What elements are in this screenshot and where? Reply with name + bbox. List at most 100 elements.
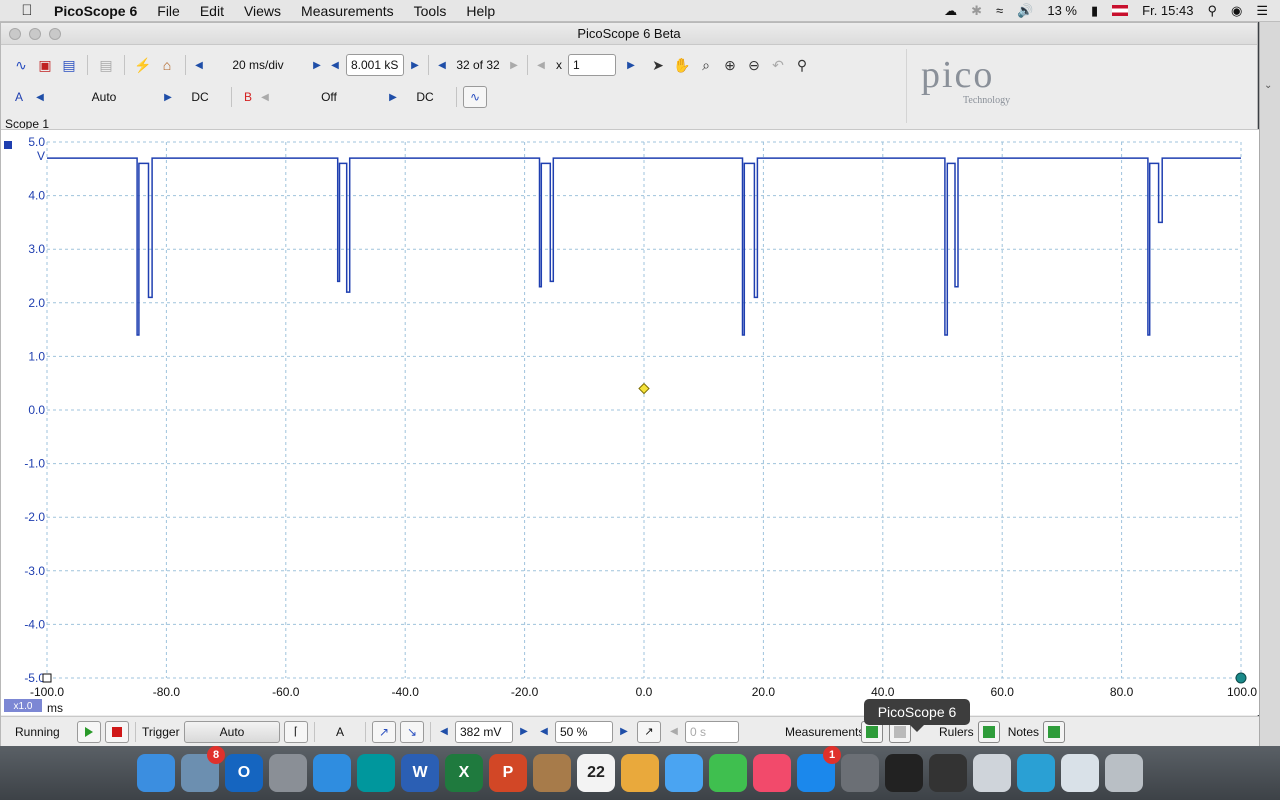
pretrigger-field[interactable]: 50 %	[555, 720, 613, 743]
minimize-window-button[interactable]	[29, 28, 41, 40]
trigger-mode-select[interactable]: Auto	[184, 720, 280, 743]
oscilloscope-chart[interactable]: 5.0 4.0 3.0 2.0 1.0 0.0 -1.0 -2.0 -3.0 -4.0 -5.0-1…	[1, 130, 1259, 716]
channel-options-icon[interactable]: ∿	[463, 86, 487, 108]
dock-bird-icon[interactable]: 8	[181, 746, 225, 792]
bluetooth-icon[interactable]: ✱	[971, 3, 982, 19]
siri-icon[interactable]: ◉	[1231, 3, 1242, 19]
spotlight-search-icon[interactable]: ⚲	[1207, 3, 1217, 19]
channel-b-range[interactable]: Off	[272, 90, 386, 104]
dock-calendar-icon[interactable]: 22	[577, 754, 615, 792]
math-channels-icon[interactable]: ▤	[94, 53, 118, 77]
spectrum-mode-icon[interactable]: ▤	[57, 53, 81, 77]
dock-excel-icon[interactable]: X	[445, 754, 483, 792]
buffer-next-button[interactable]: ▶	[507, 60, 521, 71]
dock-picoscope-icon[interactable]	[885, 754, 923, 792]
input-source-flag-icon[interactable]	[1112, 5, 1129, 16]
menu-app-name[interactable]: PicoScope 6	[54, 3, 137, 19]
menu-measurements[interactable]: Measurements	[301, 3, 394, 19]
dock-box-icon[interactable]	[1017, 754, 1055, 792]
cloud-icon[interactable]: ☁	[944, 3, 957, 19]
zoom-factor-increase-button[interactable]: ▶	[624, 60, 638, 71]
battery-percent[interactable]: 13 %	[1047, 3, 1077, 18]
dock-facetime-icon[interactable]	[709, 754, 747, 792]
channel-a-range-decrease-button[interactable]: ◀	[33, 92, 47, 103]
channel-a-coupling[interactable]: DC	[175, 90, 225, 104]
dock-safari-icon[interactable]	[313, 754, 351, 792]
notification-center-icon[interactable]: ☰	[1256, 3, 1268, 19]
hand-tool-icon[interactable]: ✋	[670, 53, 694, 77]
logo-word: pico	[921, 54, 995, 96]
channel-a-range-increase-button[interactable]: ▶	[161, 92, 175, 103]
volume-icon[interactable]: 🔊	[1017, 3, 1033, 19]
menu-views[interactable]: Views	[244, 3, 281, 19]
threshold-increase-button[interactable]: ▶	[517, 726, 531, 737]
dock-arduino-icon[interactable]	[357, 754, 395, 792]
delay-field[interactable]: 0 s	[685, 720, 739, 743]
threshold-field[interactable]: 382 mV	[455, 720, 513, 743]
falling-edge-icon[interactable]: ↘	[400, 720, 424, 743]
notes-button[interactable]	[1043, 720, 1066, 743]
timebase-value[interactable]: 20 ms/div	[206, 58, 310, 72]
zoom-region-icon[interactable]: ⌕	[694, 53, 718, 77]
zoom-out-icon[interactable]: ⊖	[742, 53, 766, 77]
dock-appstore-icon[interactable]: 1	[797, 746, 841, 792]
dock-music-icon[interactable]	[753, 754, 791, 792]
clock[interactable]: Fr. 15:43	[1142, 3, 1193, 18]
rising-edge-icon[interactable]: ↗	[372, 720, 396, 743]
scope-view[interactable]: 5.0 4.0 3.0 2.0 1.0 0.0 -1.0 -2.0 -3.0 -4.0 -5.0 -1…	[1, 129, 1259, 715]
samples-field[interactable]: 8.001 kS	[346, 54, 404, 76]
menu-tools[interactable]: Tools	[414, 3, 447, 19]
start-button[interactable]	[77, 720, 101, 743]
post-trigger-delay-icon[interactable]: ↗	[637, 720, 661, 743]
menu-edit[interactable]: Edit	[200, 3, 224, 19]
dock-rocket-icon[interactable]	[269, 754, 307, 792]
battery-icon[interactable]: ▮	[1091, 3, 1098, 19]
dock-trash-icon[interactable]	[1105, 754, 1143, 792]
samples-increase-button[interactable]: ▶	[408, 60, 422, 71]
auto-setup-icon[interactable]: ⚡	[131, 53, 155, 77]
dock-messages-icon[interactable]	[665, 754, 703, 792]
channel-b-range-decrease-button[interactable]: ◀	[258, 92, 272, 103]
scope-mode-icon[interactable]: ∿	[9, 53, 33, 77]
zoom-factor-field[interactable]: 1	[568, 54, 616, 76]
dock-picoscope2-icon[interactable]	[929, 754, 967, 792]
timebase-decrease-button[interactable]: ◀	[192, 60, 206, 71]
timebase-increase-button[interactable]: ▶	[310, 60, 324, 71]
buffer-previous-button[interactable]: ◀	[435, 60, 449, 71]
dock-finder-icon[interactable]	[137, 754, 175, 792]
channel-b-range-increase-button[interactable]: ▶	[386, 92, 400, 103]
pretrigger-decrease-button[interactable]: ◀	[537, 726, 551, 737]
rulers-button[interactable]	[977, 720, 1000, 743]
channel-a-range[interactable]: Auto	[47, 90, 161, 104]
dock-disk-icon[interactable]	[973, 754, 1011, 792]
zoom-in-icon[interactable]: ⊕	[718, 53, 742, 77]
undo-zoom-icon[interactable]: ↶	[766, 53, 790, 77]
dock-display-icon[interactable]	[1061, 754, 1099, 792]
dock-contacts-icon[interactable]	[533, 754, 571, 792]
dock-photos-icon[interactable]	[621, 754, 659, 792]
trigger-channel[interactable]: A	[321, 725, 359, 739]
zoom-fit-icon[interactable]: ⚲	[790, 53, 814, 77]
menu-file[interactable]: File	[157, 3, 180, 19]
trigger-label: Trigger	[142, 724, 180, 739]
dock-word-icon[interactable]: W	[401, 754, 439, 792]
channel-b-coupling[interactable]: DC	[400, 90, 450, 104]
pointer-tool-icon[interactable]: ➤	[646, 53, 670, 77]
samples-decrease-button[interactable]: ◀	[328, 60, 342, 71]
zoom-factor-decrease-button[interactable]: ◀	[534, 60, 548, 71]
pretrigger-increase-button[interactable]: ▶	[617, 726, 631, 737]
dock-outlook-icon[interactable]: O	[225, 754, 263, 792]
persistence-mode-icon[interactable]: ▣	[33, 53, 57, 77]
threshold-decrease-button[interactable]: ◀	[437, 726, 451, 737]
menu-help[interactable]: Help	[466, 3, 495, 19]
home-icon[interactable]: ⌂	[155, 53, 179, 77]
close-window-button[interactable]	[9, 28, 21, 40]
wifi-icon[interactable]: ≈	[996, 3, 1003, 18]
dock-powerpoint-icon[interactable]: P	[489, 754, 527, 792]
advanced-trigger-icon[interactable]: ⌈	[284, 720, 308, 743]
delay-decrease-button[interactable]: ◀	[667, 726, 681, 737]
zoom-window-button[interactable]	[49, 28, 61, 40]
dock-preferences-icon[interactable]	[841, 754, 879, 792]
apple-menu-icon[interactable]: 	[18, 2, 36, 19]
stop-button[interactable]	[105, 720, 129, 743]
